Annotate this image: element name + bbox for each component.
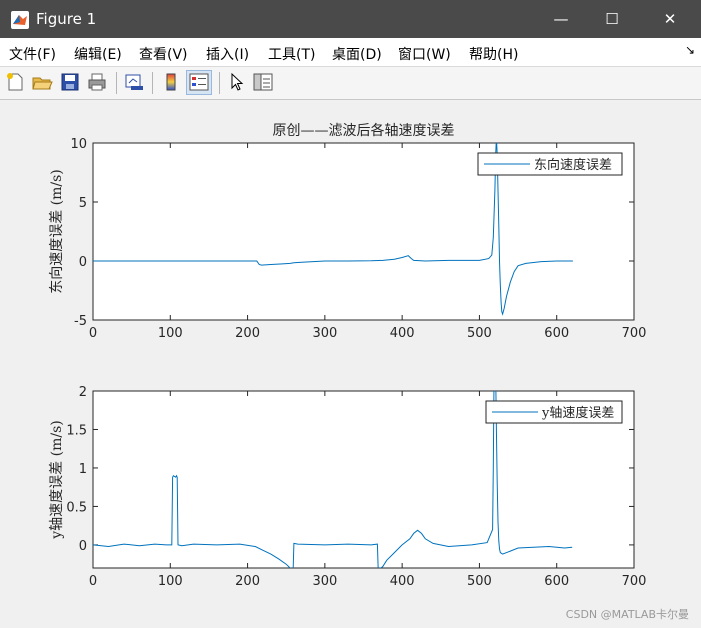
x-tick-label: 500 [467,326,492,341]
menu-file[interactable]: 文件(F) [9,44,56,64]
toolbar-separator [219,72,220,94]
menu-window[interactable]: 窗口(W) [398,44,451,64]
print-icon[interactable] [86,71,108,93]
toolbar-separator [116,72,117,94]
figure-toolbar [0,67,701,100]
x-tick-label: 300 [312,326,337,341]
axes-1: 0 100 200 300 400 500 600 700-50510原创——滤波后各轴速度误… [49,123,646,341]
axes-2: 0 100 200 300 400 500 600 700 0 0.5 1 1.5 2 y轴速度误差 (m… [49,385,647,589]
figure-canvas: 0 100 200 300 400 500 600 700 -5 0 5 10 原创——滤波后各轴速度误… [0,100,701,628]
dock-arrow-icon[interactable]: ↘ [685,43,695,57]
new-figure-icon[interactable] [4,71,26,93]
y-tick-label: 0 [79,255,87,270]
menu-help[interactable]: 帮助(H) [469,44,518,64]
watermark: CSDN @MATLAB卡尔曼 [565,608,689,621]
legend-icon [189,73,209,91]
legend-button[interactable] [186,70,212,95]
y-tick-label: 0.5 [66,500,87,515]
legend-label: 东向速度误差 [534,157,612,173]
y-tick-label: -5 [74,314,87,329]
y-axis-label: y轴速度误差 (m/s) [49,420,65,539]
y-axis-label: 东向速度误差 (m/s) [49,169,65,294]
x-tick-label: 300 [312,574,337,589]
save-icon[interactable] [59,71,81,93]
x-tick-label: 0 [89,574,97,589]
x-tick-label: 600 [544,574,569,589]
chart-title: 原创——滤波后各轴速度误差 [273,123,455,139]
menu-bar: 文件(F) 编辑(E) 查看(V) 插入(I) 工具(T) 桌面(D) 窗口(W… [0,38,701,67]
minimize-button[interactable]: — [538,0,584,38]
property-inspector-icon[interactable] [252,71,274,93]
open-folder-icon[interactable] [31,71,53,93]
y-tick-label: 2 [79,385,87,400]
colorbar-icon[interactable] [160,71,182,93]
maximize-icon: ☐ [605,10,619,28]
x-tick-label: 500 [467,574,492,589]
menu-insert[interactable]: 插入(I) [206,44,249,64]
y-tick-label: 10 [70,137,87,152]
legend: 东向速度误差 [477,152,623,176]
link-figure-icon[interactable] [123,71,145,93]
close-button[interactable]: ✕ [647,0,693,38]
title-bar: Figure 1 — ☐ ✕ [0,0,701,38]
y-tick-label: 5 [79,196,87,211]
window-title: Figure 1 [36,10,97,28]
x-tick-label: 0 [89,326,97,341]
maximize-button[interactable]: ☐ [589,0,635,38]
menu-desktop[interactable]: 桌面(D) [332,44,382,64]
matlab-logo-icon [11,11,29,29]
pointer-icon[interactable] [226,71,248,93]
legend: y轴速度误差 [485,400,623,424]
menu-tools[interactable]: 工具(T) [268,44,315,64]
y-tick-label: 1 [79,462,87,477]
y-tick-label: 0 [79,539,87,554]
x-tick-label: 200 [235,574,260,589]
x-tick-label: 200 [235,326,260,341]
x-tick-label: 100 [158,326,183,341]
close-icon: ✕ [663,10,677,28]
x-tick-label: 700 [622,574,647,589]
toolbar-separator [152,72,153,94]
menu-view[interactable]: 查看(V) [139,44,188,64]
x-tick-label: 400 [390,574,415,589]
menu-edit[interactable]: 编辑(E) [74,44,122,64]
x-tick-label: 600 [544,326,569,341]
legend-label: y轴速度误差 [541,405,614,421]
y-tick-label: 1.5 [66,423,87,438]
minimize-icon: — [553,10,569,28]
x-tick-label: 100 [158,574,183,589]
x-tick-label: 700 [622,326,647,341]
x-tick-label: 400 [390,326,415,341]
figure-plots: 0 100 200 300 400 500 600 700-50510原创——滤波后各轴速度误… [49,123,647,589]
